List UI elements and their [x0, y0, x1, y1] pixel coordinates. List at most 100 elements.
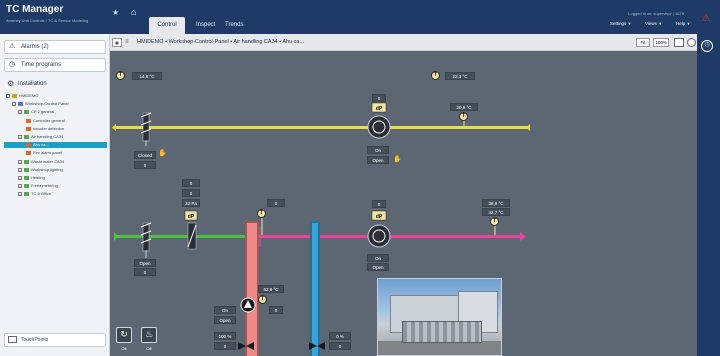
clock-icon: ◷ — [9, 61, 16, 68]
expand-toggle-icon[interactable]: − — [18, 192, 22, 197]
alarm-bell-icon[interactable]: ⚠ — [700, 13, 712, 27]
tree-node[interactable]: Ahu ca... — [4, 142, 107, 149]
supply-dp-label: dP — [376, 214, 383, 220]
favorite-star-icon[interactable]: ★ — [112, 8, 119, 17]
tree-node-label: Freez metering — [31, 183, 58, 189]
supply-damper-value: 0 — [134, 268, 156, 276]
book-icon[interactable] — [674, 38, 684, 47]
exhaust-fan[interactable] — [367, 115, 391, 139]
warning-icon: ⚠ — [9, 43, 16, 50]
tree-node[interactable]: − HMIDEMO — [4, 93, 107, 99]
magnifier-icon[interactable] — [687, 38, 696, 47]
heat-recovery-value: 0 — [267, 199, 285, 207]
cooling-valve-value: 0 — [329, 342, 351, 350]
exhaust-dp-value: 0 — [372, 94, 386, 102]
supply-temp-value-1: 38,9 °C — [482, 199, 510, 207]
menu-settings[interactable]: Settings ▼ — [610, 21, 632, 26]
supply-damper-status[interactable]: Open — [134, 259, 156, 267]
cooling-valve-percent: 0 % — [329, 332, 351, 340]
login-info: Logged in as: supervisor | 1679 — [628, 11, 684, 16]
folder-icon — [12, 93, 17, 98]
time-programs-label: Time programs — [21, 62, 62, 68]
expand-toggle-icon[interactable]: − — [12, 102, 16, 107]
time-programs-button[interactable]: ◷ Time programs — [4, 58, 106, 72]
exhaust-damper[interactable] — [142, 112, 150, 142]
exhaust-fan-status[interactable]: On — [367, 146, 389, 154]
heating-valve-value: 0 — [214, 342, 236, 350]
menu-help[interactable]: Help ▼ — [676, 21, 691, 26]
tree-node-label: HMIDEMO — [19, 93, 39, 98]
view-toggle-button[interactable]: ▦ — [112, 38, 122, 47]
supply-damper[interactable] — [142, 222, 150, 252]
tree-node[interactable]: − Freez metering — [4, 183, 107, 189]
folder-icon — [24, 159, 29, 164]
tab-inspect[interactable]: Inspect — [190, 17, 221, 34]
exhaust-damper-status[interactable]: Closed — [134, 151, 156, 159]
tree-node[interactable]: Intruder detection — [4, 126, 107, 132]
zoom-level[interactable]: 100% — [653, 38, 669, 47]
folder-icon — [24, 134, 29, 139]
expand-toggle-icon[interactable]: − — [18, 167, 22, 172]
tree-node[interactable]: − Waste water CA34 — [4, 159, 107, 165]
supply-fan-mode[interactable]: Open — [367, 263, 389, 271]
touchpoints-label: TouchPoints — [21, 337, 49, 343]
filter-value-1: 0 — [182, 179, 200, 187]
tree-node[interactable]: − Workshop lighting — [4, 167, 107, 173]
heating-temp-value: 62,8 °C — [258, 285, 284, 293]
tree-node[interactable]: − TC 8 Office — [4, 191, 107, 197]
expand-toggle-icon[interactable]: − — [18, 175, 22, 180]
installation-header[interactable]: ⚙ Installation — [4, 77, 106, 91]
outside-temp-sensor[interactable]: T — [116, 71, 125, 80]
tree-node-label: Waste water CA34 — [31, 158, 65, 164]
clock-icon[interactable]: ◷ — [701, 40, 713, 52]
heating-coil-inner — [247, 223, 257, 356]
home-icon[interactable]: ⌂ — [131, 7, 136, 17]
tree-node[interactable]: − Workshop-Control Panel — [4, 101, 107, 107]
expand-toggle-icon[interactable]: − — [18, 110, 22, 115]
expand-toggle-icon[interactable]: − — [18, 159, 22, 164]
menu-views[interactable]: Views ▼ — [645, 21, 662, 26]
tree-node[interactable]: − CP 2 general — [4, 109, 107, 115]
supply-duct-cold — [114, 235, 259, 238]
expand-toggle-icon[interactable]: − — [18, 134, 22, 139]
folder-icon — [24, 184, 29, 189]
heat-recovery-temp-sensor[interactable]: T — [257, 209, 266, 218]
photo-ground — [378, 341, 501, 355]
fire-button[interactable]: ♨ — [141, 327, 157, 343]
return-temp-sensor[interactable]: T — [431, 71, 440, 80]
tree-node[interactable]: Fire alarm panel — [4, 150, 107, 156]
pump-mode[interactable]: Open — [214, 316, 236, 324]
list-icon[interactable]: ≡ — [125, 38, 133, 47]
device-icon — [26, 118, 31, 123]
menu-help-label: Help — [676, 21, 686, 26]
tab-trends[interactable]: Trends — [219, 17, 249, 34]
tree-node-label: Air handling CA34 — [31, 134, 64, 139]
supply-fan[interactable] — [367, 224, 391, 248]
heating-temp-sensor[interactable]: T — [258, 295, 267, 304]
supply-fan-status[interactable]: On — [367, 254, 389, 262]
alarms-button[interactable]: ⚠ Alarms (2) — [4, 40, 106, 54]
tree-node-label: Controller general — [33, 117, 65, 123]
refresh-icon: ↻ — [120, 329, 128, 339]
fit-button[interactable]: Fit — [636, 38, 650, 47]
supply-arrow-left — [114, 232, 118, 241]
tree-node[interactable]: Controller general — [4, 118, 107, 124]
pump-status[interactable]: On — [214, 306, 236, 314]
reset-status: Off — [121, 346, 127, 351]
supply-dp-value: 0 — [372, 200, 386, 208]
tree-node[interactable]: − Heating — [4, 175, 107, 181]
heating-valve[interactable] — [238, 342, 246, 350]
touchpoints-button[interactable]: TouchPoints — [4, 333, 106, 347]
heating-temp-aux: 0 — [269, 306, 283, 314]
exhaust-fan-mode[interactable]: Open — [367, 156, 389, 164]
tree-node-label: Workshop lighting — [31, 166, 63, 172]
exhaust-dp-label: dP — [376, 106, 383, 112]
expand-toggle-icon[interactable]: − — [6, 93, 10, 98]
supply-temp-sensor[interactable]: T — [490, 217, 499, 226]
exhaust-temp-sensor[interactable]: T — [459, 112, 468, 121]
tree-node[interactable]: − Air handling CA34 — [4, 134, 107, 140]
tab-control[interactable]: Control — [149, 17, 185, 34]
expand-toggle-icon[interactable]: − — [18, 184, 22, 189]
installation-label: Installation — [18, 81, 47, 87]
reset-button[interactable]: ↻ — [116, 327, 132, 343]
